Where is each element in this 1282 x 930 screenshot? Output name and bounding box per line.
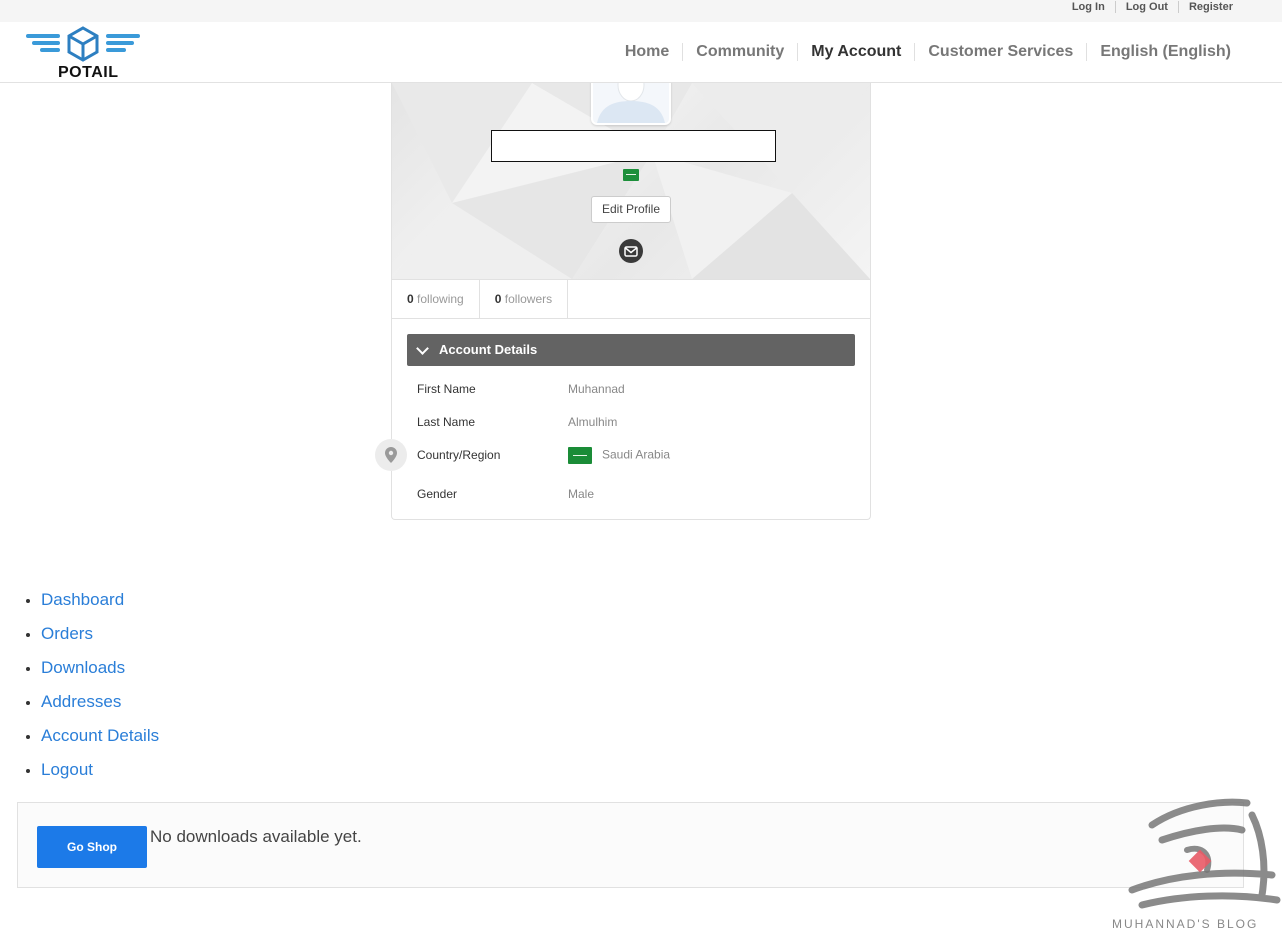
detail-label: Last Name [417, 415, 476, 429]
following-count: 0 [407, 292, 414, 306]
nav-customer-services[interactable]: Customer Services [914, 43, 1086, 61]
account-nav-item: Account Details [41, 719, 159, 753]
site-logo[interactable]: POTAIL [24, 26, 142, 81]
account-details-link[interactable]: Account Details [41, 726, 159, 745]
dashboard-link[interactable]: Dashboard [41, 590, 124, 609]
detail-value: Muhannad [568, 382, 625, 396]
profile-card: Edit Profile 0 following 0 followers Acc… [391, 83, 871, 520]
detail-label: Gender [417, 487, 458, 501]
orders-link[interactable]: Orders [41, 624, 93, 643]
country-flag-icon [623, 169, 639, 181]
followers-count: 0 [494, 292, 502, 306]
main-nav: Home Community My Account Customer Servi… [612, 43, 1244, 61]
avatar-placeholder-icon [593, 83, 669, 123]
edit-profile-button[interactable]: Edit Profile [591, 196, 671, 223]
detail-value: Saudi Arabia [568, 447, 670, 464]
follow-stats: 0 following 0 followers [392, 279, 870, 319]
account-nav-item: Dashboard [41, 583, 159, 617]
account-nav-item: Downloads [41, 651, 159, 685]
account-details-title: Account Details [439, 342, 538, 357]
display-name-box [491, 130, 776, 162]
location-badge [375, 439, 407, 471]
no-downloads-message: No downloads available yet. [150, 827, 362, 846]
login-link[interactable]: Log In [1062, 1, 1115, 13]
watermark-text: MUHANNAD'S BLOG [1112, 917, 1259, 930]
nav-my-account[interactable]: My Account [797, 43, 914, 61]
country-value: Saudi Arabia [602, 447, 671, 462]
following-label: following [417, 292, 464, 306]
map-pin-icon [385, 447, 397, 463]
logo-wordmark: POTAIL [58, 64, 119, 81]
profile-cover: Edit Profile [392, 83, 870, 279]
logout-link[interactable]: Log Out [1114, 1, 1178, 13]
calligraphy-watermark [1128, 798, 1281, 909]
site-header: POTAIL Home Community My Account Custome… [0, 22, 1282, 83]
following-stat[interactable]: 0 following [392, 280, 480, 318]
logout-nav-link[interactable]: Logout [41, 760, 93, 779]
go-shop-button[interactable]: Go Shop [37, 826, 147, 868]
followers-label: followers [504, 292, 553, 306]
detail-value: Male [568, 487, 595, 501]
account-nav-item: Orders [41, 617, 159, 651]
register-link[interactable]: Register [1177, 1, 1243, 13]
detail-label: First Name [417, 382, 476, 396]
account-navigation: Dashboard Orders Downloads Addresses Acc… [41, 583, 159, 787]
addresses-link[interactable]: Addresses [41, 692, 121, 711]
top-utility-bar: Log In Log Out Register [0, 0, 1282, 22]
downloads-notice: Go Shop No downloads available yet. [17, 802, 1244, 888]
account-details-toggle[interactable]: Account Details [407, 334, 855, 366]
top-links: Log In Log Out Register [1062, 0, 1243, 14]
avatar[interactable] [591, 83, 671, 125]
detail-value: Almulhim [568, 415, 618, 429]
account-nav-item: Logout [41, 753, 159, 787]
envelope-icon [624, 246, 638, 257]
detail-label: Country/Region [417, 448, 501, 462]
nav-home[interactable]: Home [612, 43, 682, 61]
account-nav-item: Addresses [41, 685, 159, 719]
saudi-flag-icon [568, 447, 592, 464]
nav-community[interactable]: Community [682, 43, 797, 61]
downloads-link[interactable]: Downloads [41, 658, 125, 677]
followers-stat[interactable]: 0 followers [480, 280, 569, 318]
chevron-down-icon [416, 342, 429, 355]
nav-language[interactable]: English (English) [1086, 43, 1244, 61]
message-button[interactable] [619, 239, 643, 263]
